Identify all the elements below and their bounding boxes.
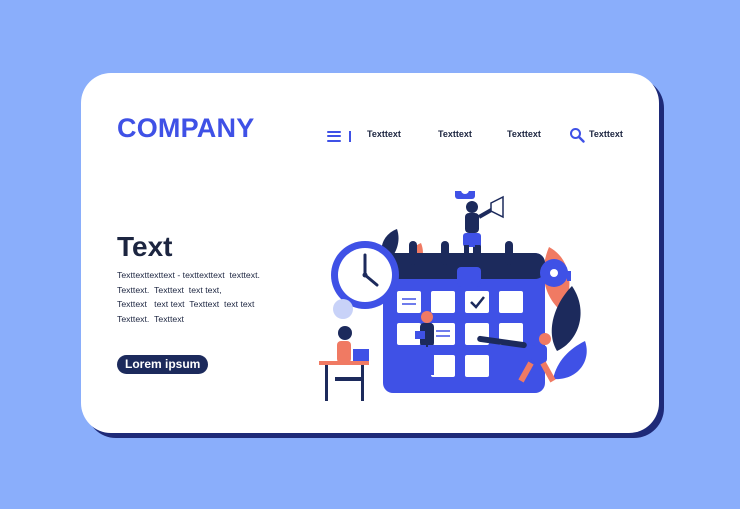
megaphone-icon [490,195,504,219]
search-icon[interactable] [569,127,585,143]
nav-link-2[interactable]: Texttext [438,129,472,139]
cta-button[interactable]: Lorem ipsum [117,355,209,374]
hero-title: Text [117,231,173,262]
search-label[interactable]: Texttext [589,129,623,139]
person-upper [455,191,504,261]
person-at-desk [319,326,369,401]
company-logo[interactable]: COMPANY [117,113,254,144]
nav-link-1[interactable]: Texttext [367,129,401,139]
planning-illustration [319,191,587,401]
laptop-icon [353,349,369,361]
hero-body: Texttexttexttext - texttexttext texttext… [117,268,260,326]
hero-body-line: Texttext. Texttext text text, [117,284,222,295]
landing-card: COMPANY Texttext Texttext Texttext Textt… [81,73,659,433]
menu-icon[interactable] [327,130,341,142]
nav-link-3[interactable]: Texttext [507,129,541,139]
hero-body-line: Texttexttexttext - texttexttext texttext… [117,270,260,280]
top-navigation: Texttext Texttext Texttext Texttext [327,128,623,144]
hero-body-line: Texttext. Texttext [117,313,184,324]
gear-bubble [457,267,481,287]
nav-divider [349,130,351,142]
calendar-graphic [383,241,545,393]
hero-body-line: Texttext text text Texttext text text [117,299,255,310]
